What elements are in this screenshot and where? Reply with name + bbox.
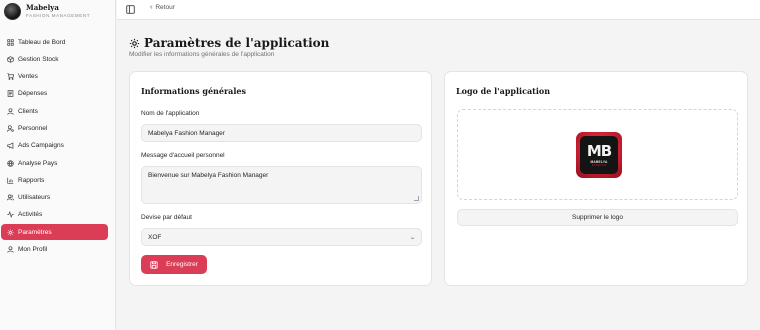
- user-icon: [6, 246, 14, 254]
- page-title-text: Paramètres de l'application: [144, 36, 330, 50]
- sidebar-item-label: Ads Campaigns: [18, 142, 64, 150]
- user-icon: [6, 107, 14, 115]
- sidebar-item-label: Rapports: [18, 176, 45, 184]
- welcome-message-label: Message d'accueil personnel: [141, 152, 225, 159]
- sidebar-toggle-icon[interactable]: [126, 5, 135, 14]
- sidebar: Mabelya FASHION MANAGEMENT Tableau de Bo…: [0, 0, 116, 330]
- card-title: Informations générales: [141, 86, 246, 96]
- card-title: Logo de l'application: [456, 86, 551, 96]
- welcome-message-value: Bienvenue sur Mabelya Fashion Manager: [148, 172, 269, 179]
- brand-subtitle: FASHION MANAGEMENT: [26, 13, 91, 18]
- general-info-card: Informations générales Nom de l'applicat…: [129, 71, 432, 286]
- currency-select[interactable]: XOF ⌄: [141, 228, 422, 246]
- sidebar-item-label: Dépenses: [18, 90, 48, 98]
- sidebar-item-tableau-de-bord[interactable]: Tableau de Bord: [1, 34, 108, 50]
- sidebar-item-gestion-stock[interactable]: Gestion Stock: [1, 51, 108, 67]
- resize-handle-icon[interactable]: [414, 196, 419, 201]
- currency-label: Devise par défaut: [141, 214, 192, 221]
- gear-icon: [6, 228, 14, 236]
- sidebar-item-label: Activités: [18, 211, 43, 219]
- sidebar-item-ventes[interactable]: Ventes: [1, 69, 108, 85]
- page-subtitle: Modifier les informations générales de l…: [129, 51, 275, 58]
- currency-value: XOF: [148, 233, 162, 241]
- user-cog-icon: [6, 124, 14, 132]
- sidebar-item-parametres[interactable]: Paramètres: [1, 224, 108, 241]
- sidebar-item-ads-campaigns[interactable]: Ads Campaigns: [1, 138, 108, 154]
- back-link[interactable]: ‹ Retour: [150, 4, 175, 11]
- app-logo: MB MABELYA FASHION: [576, 132, 622, 178]
- sidebar-item-label: Mon Profil: [18, 246, 48, 254]
- gear-icon: [129, 38, 140, 49]
- activity-icon: [6, 211, 14, 219]
- logo-mark: MB: [586, 141, 612, 160]
- chevron-left-icon: ‹: [150, 4, 153, 11]
- sidebar-item-depenses[interactable]: Dépenses: [1, 86, 108, 102]
- sidebar-item-label: Ventes: [18, 73, 38, 81]
- bar-chart-icon: [6, 176, 14, 184]
- sidebar-item-mon-profil[interactable]: Mon Profil: [1, 242, 108, 258]
- save-button[interactable]: Enregistrer: [141, 255, 207, 274]
- brand-name: Mabelya: [26, 3, 59, 12]
- topbar: ‹ Retour: [117, 0, 760, 20]
- sidebar-item-label: Tableau de Bord: [18, 38, 66, 46]
- brand[interactable]: Mabelya FASHION MANAGEMENT: [4, 3, 90, 20]
- sidebar-item-activites[interactable]: Activités: [1, 207, 108, 223]
- sidebar-nav: Tableau de Bord Gestion Stock Ventes Dép…: [0, 34, 116, 259]
- logo-dropzone[interactable]: MB MABELYA FASHION: [457, 109, 738, 200]
- megaphone-icon: [6, 142, 14, 150]
- cart-icon: [6, 73, 14, 81]
- globe-icon: [6, 159, 14, 167]
- sidebar-item-clients[interactable]: Clients: [1, 103, 108, 119]
- sidebar-item-label: Paramètres: [18, 228, 52, 236]
- sidebar-item-analyse-pays[interactable]: Analyse Pays: [1, 155, 108, 171]
- grid-icon: [6, 38, 14, 46]
- page-title: Paramètres de l'application: [129, 36, 329, 50]
- box-icon: [6, 55, 14, 63]
- app-name-label: Nom de l'application: [141, 110, 200, 117]
- sidebar-item-label: Gestion Stock: [18, 55, 59, 63]
- sidebar-item-label: Utilisateurs: [18, 194, 51, 202]
- logo-subtext: FASHION: [591, 163, 607, 167]
- save-icon: [150, 260, 158, 269]
- remove-logo-button[interactable]: Supprimer le logo: [457, 209, 738, 226]
- logo-preview: MB MABELYA FASHION: [561, 117, 637, 193]
- sidebar-item-utilisateurs[interactable]: Utilisateurs: [1, 190, 108, 206]
- chevron-down-icon: ⌄: [408, 234, 417, 241]
- avatar: [4, 3, 21, 20]
- sidebar-item-rapports[interactable]: Rapports: [1, 172, 108, 188]
- sidebar-item-personnel[interactable]: Personnel: [1, 120, 108, 136]
- back-label: Retour: [155, 4, 175, 11]
- save-label: Enregistrer: [166, 261, 198, 268]
- sidebar-item-label: Clients: [18, 107, 38, 115]
- sidebar-item-label: Personnel: [18, 124, 48, 132]
- sidebar-item-label: Analyse Pays: [18, 159, 58, 167]
- logo-card: Logo de l'application MB MABELYA FASHION…: [444, 71, 748, 286]
- app-name-input[interactable]: Mabelya Fashion Manager: [141, 124, 422, 142]
- users-icon: [6, 194, 14, 202]
- welcome-message-textarea[interactable]: Bienvenue sur Mabelya Fashion Manager: [141, 166, 422, 204]
- receipt-icon: [6, 90, 14, 98]
